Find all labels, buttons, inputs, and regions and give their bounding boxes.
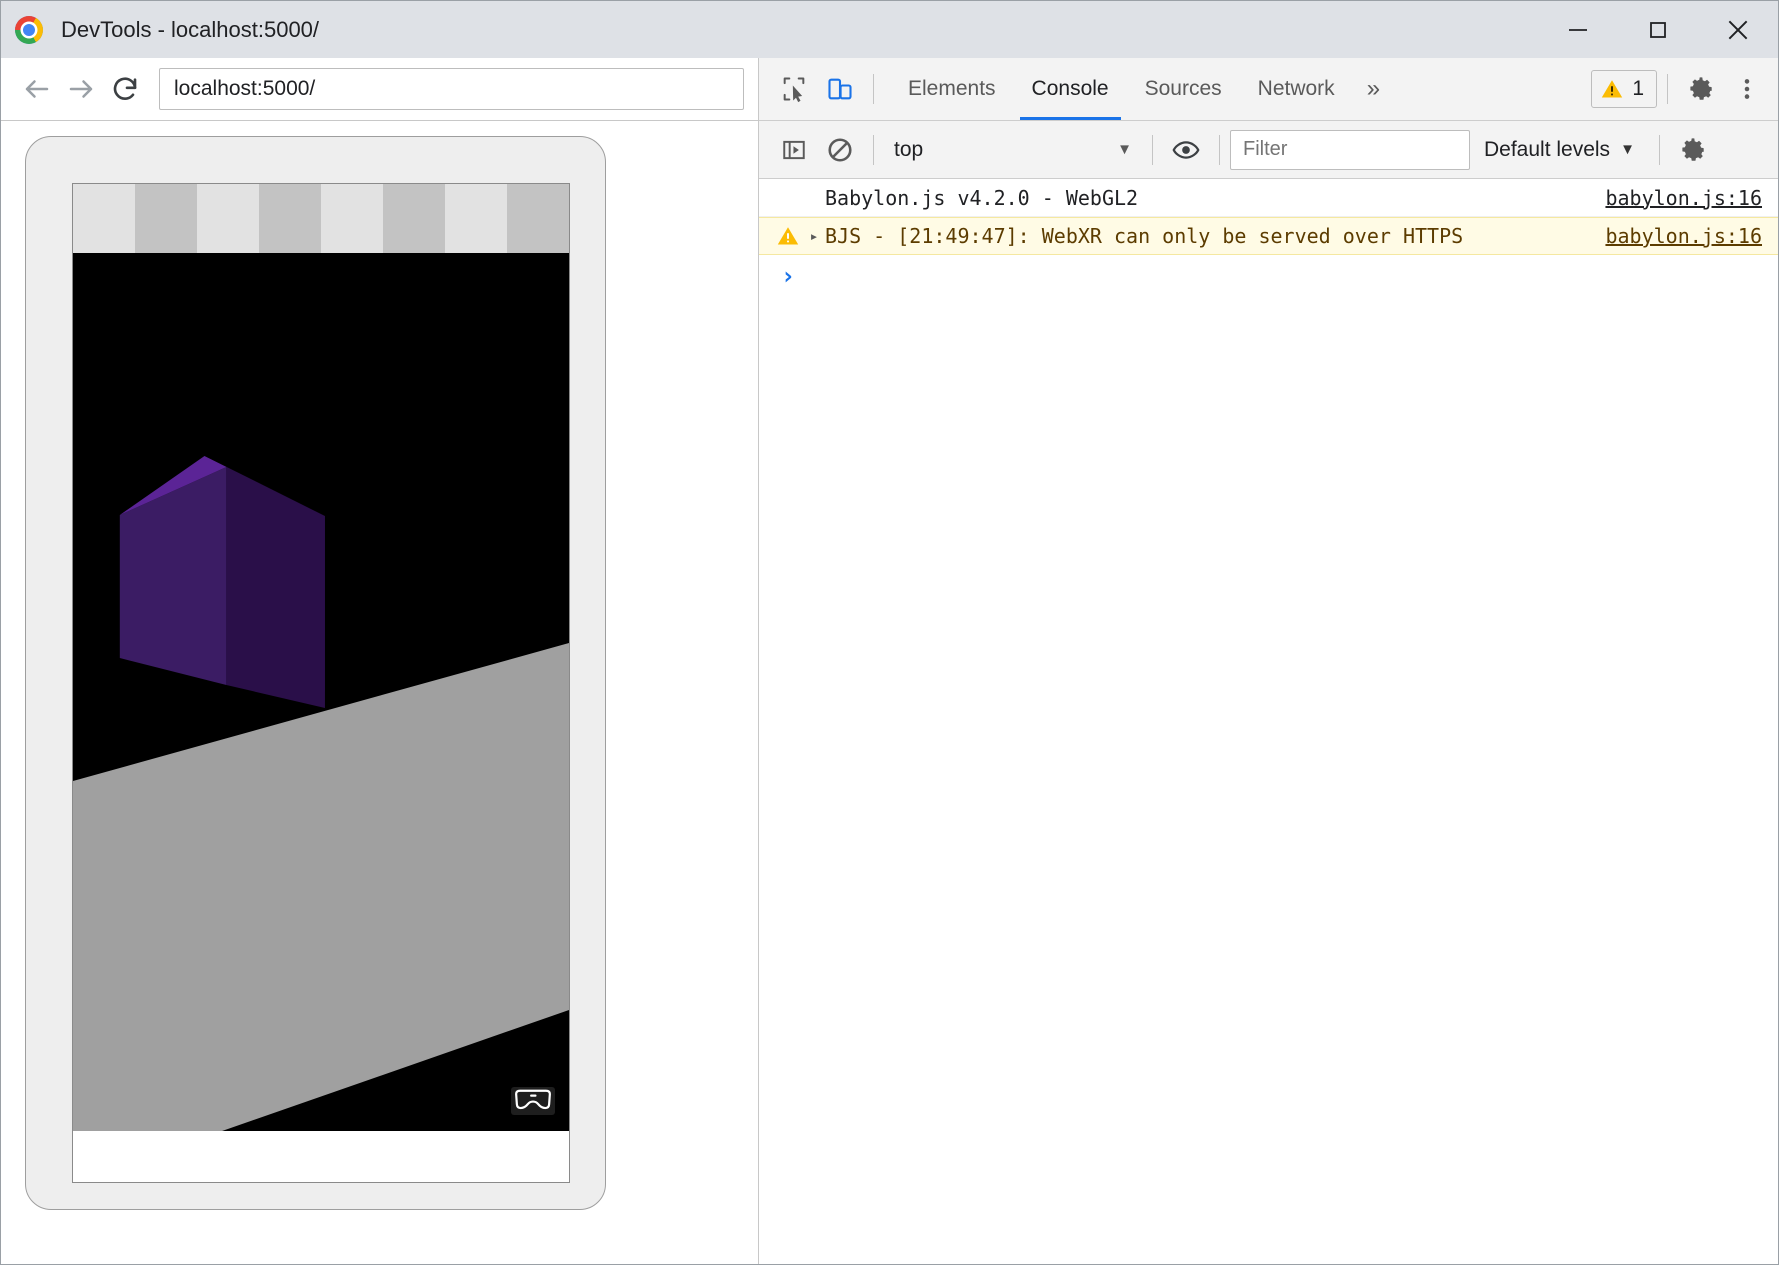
close-icon <box>1725 17 1751 43</box>
console-settings-button[interactable] <box>1670 127 1716 173</box>
console-toolbar: top ▼ Default levels ▼ <box>759 121 1778 179</box>
console-filter-input[interactable] <box>1230 130 1470 170</box>
console-message-text: Babylon.js v4.2.0 - WebGL2 <box>825 186 1138 210</box>
maximize-icon <box>1646 18 1670 42</box>
main-split: Elements Console Sources Network » 1 <box>1 58 1778 1264</box>
console-toolbar-divider-4 <box>1659 135 1660 165</box>
console-sidebar-toggle-button[interactable] <box>771 127 817 173</box>
devtools-more-options-button[interactable] <box>1724 66 1770 112</box>
devtools-pane: Elements Console Sources Network » 1 <box>759 58 1778 1264</box>
gear-icon <box>1679 136 1707 164</box>
window-controls <box>1538 1 1778 58</box>
prompt-chevron-icon: › <box>773 262 803 290</box>
kebab-menu-icon <box>1734 76 1760 102</box>
devtools-toolbar-right: 1 <box>1591 58 1770 120</box>
chrome-logo-icon <box>15 16 43 44</box>
transparent-checkerboard-strip <box>73 184 569 253</box>
console-message-row[interactable]: ▸ BJS - [21:49:47]: WebXR can only be se… <box>759 217 1778 255</box>
reload-button[interactable] <box>103 67 147 111</box>
device-frame <box>25 136 606 1210</box>
console-message-text: BJS - [21:49:47]: WebXR can only be serv… <box>825 224 1463 248</box>
title-bar: DevTools - localhost:5000/ <box>1 1 1778 58</box>
console-prompt-row[interactable]: › <box>759 255 1778 297</box>
clear-console-button[interactable] <box>817 127 863 173</box>
console-message-row[interactable]: Babylon.js v4.2.0 - WebGL2 babylon.js:16 <box>759 179 1778 217</box>
console-message-source-link[interactable]: babylon.js:16 <box>1581 186 1762 210</box>
chevron-down-icon: ▼ <box>1620 141 1635 158</box>
eye-icon <box>1172 136 1200 164</box>
tab-elements[interactable]: Elements <box>890 58 1014 120</box>
console-log-levels-selector[interactable]: Default levels ▼ <box>1470 130 1649 170</box>
minimize-button[interactable] <box>1538 1 1618 58</box>
back-button[interactable] <box>15 67 59 111</box>
vr-headset-icon <box>511 1087 555 1115</box>
forward-arrow-icon <box>66 74 96 104</box>
back-arrow-icon <box>22 74 52 104</box>
devtools-window: DevTools - localhost:5000/ <box>0 0 1779 1265</box>
console-sidebar-icon <box>781 137 807 163</box>
console-context-selector[interactable]: top ▼ <box>884 130 1142 170</box>
device-emulation-stage <box>1 121 758 1264</box>
tab-console[interactable]: Console <box>1014 58 1127 120</box>
minimize-icon <box>1566 18 1590 42</box>
warning-triangle-icon <box>1600 77 1624 101</box>
warning-count-badge[interactable]: 1 <box>1591 70 1657 108</box>
more-tabs-button[interactable]: » <box>1353 58 1393 120</box>
console-context-value: top <box>894 138 923 162</box>
device-screen <box>72 183 570 1183</box>
console-output[interactable]: Babylon.js v4.2.0 - WebGL2 babylon.js:16… <box>759 179 1778 1264</box>
gear-icon <box>1687 75 1715 103</box>
console-toolbar-divider-1 <box>873 135 874 165</box>
devtools-main-toolbar: Elements Console Sources Network » 1 <box>759 58 1778 121</box>
reload-icon <box>110 74 140 104</box>
toggle-device-toolbar-button[interactable] <box>817 66 863 112</box>
console-toolbar-divider-3 <box>1219 135 1220 165</box>
device-toolbar-icon <box>826 75 854 103</box>
url-input[interactable] <box>159 68 744 110</box>
inspect-element-button[interactable] <box>771 66 817 112</box>
page-pane <box>1 58 759 1264</box>
babylon-render-canvas[interactable] <box>73 253 569 1131</box>
console-prompt-input[interactable] <box>803 263 1762 289</box>
forward-button[interactable] <box>59 67 103 111</box>
inspect-element-icon <box>780 75 808 103</box>
close-button[interactable] <box>1698 1 1778 58</box>
3d-scene <box>73 253 569 1131</box>
warning-count-label: 1 <box>1632 77 1644 101</box>
console-message-source-link[interactable]: babylon.js:16 <box>1581 224 1762 248</box>
clear-console-icon <box>826 136 854 164</box>
toolbar-divider <box>873 74 874 104</box>
message-level-gutter <box>773 224 803 248</box>
enter-vr-button[interactable] <box>511 1087 555 1115</box>
maximize-button[interactable] <box>1618 1 1698 58</box>
message-disclosure-triangle[interactable]: ▸ <box>803 227 825 245</box>
page-body-blank-area <box>73 1131 569 1182</box>
window-title: DevTools - localhost:5000/ <box>61 17 319 43</box>
console-log-levels-label: Default levels <box>1484 138 1610 162</box>
live-expression-button[interactable] <box>1163 127 1209 173</box>
console-toolbar-divider-2 <box>1152 135 1153 165</box>
browser-toolbar <box>1 58 758 121</box>
toolbar-divider-right <box>1667 74 1668 104</box>
devtools-tab-bar: Elements Console Sources Network » <box>890 58 1393 120</box>
tab-network[interactable]: Network <box>1240 58 1353 120</box>
tab-sources[interactable]: Sources <box>1127 58 1240 120</box>
chevron-down-icon: ▼ <box>1117 141 1132 158</box>
devtools-settings-button[interactable] <box>1678 66 1724 112</box>
warning-triangle-icon <box>776 224 800 248</box>
